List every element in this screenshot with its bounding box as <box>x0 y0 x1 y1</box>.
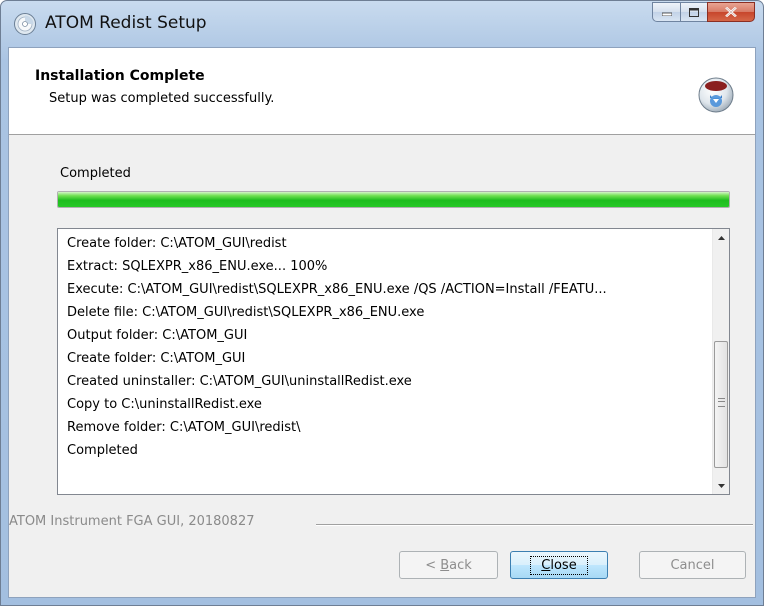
cancel-button-label: Cancel <box>670 557 715 573</box>
maximize-button[interactable] <box>680 2 707 22</box>
list-item: Remove folder: C:\ATOM_GUI\redist\ <box>67 420 301 435</box>
close-icon <box>725 7 737 17</box>
back-button-label: < Back <box>425 558 472 573</box>
installer-window: ATOM Redist Setup Installation Complete … <box>0 0 764 606</box>
scrollbar-thumb[interactable] <box>714 341 728 468</box>
title-bar[interactable]: ATOM Redist Setup <box>1 1 763 47</box>
close-button-label: Close <box>530 555 588 575</box>
minimize-icon <box>661 12 672 16</box>
grip-icon <box>718 398 725 407</box>
nsis-installer-icon <box>698 77 734 113</box>
list-item: Delete file: C:\ATOM_GUI\redist\SQLEXPR_… <box>67 305 425 320</box>
maximize-icon <box>689 7 699 17</box>
scroll-up-button[interactable] <box>713 229 730 246</box>
page-subtitle: Setup was completed successfully. <box>49 91 275 106</box>
window-title: ATOM Redist Setup <box>45 13 207 33</box>
caption-buttons <box>652 2 755 24</box>
close-button-accel: C <box>541 557 551 573</box>
progress-bar-fill <box>58 192 729 207</box>
back-button[interactable]: < Back <box>399 551 498 579</box>
status-label: Completed <box>60 166 131 181</box>
progress-bar <box>57 191 730 208</box>
cancel-button[interactable]: Cancel <box>639 551 746 579</box>
list-item: Extract: SQLEXPR_x86_ENU.exe... 100% <box>67 259 328 274</box>
back-button-prefix: < <box>425 557 441 573</box>
list-item: Created uninstaller: C:\ATOM_GUI\uninsta… <box>67 374 412 389</box>
list-item: Execute: C:\ATOM_GUI\redist\SQLEXPR_x86_… <box>67 282 607 297</box>
minimize-button[interactable] <box>652 2 680 22</box>
install-log-lines: Create folder: C:\ATOM_GUI\redist Extrac… <box>67 232 707 462</box>
back-button-rest: ack <box>449 557 472 573</box>
branding-text: ATOM Instrument FGA GUI, 20180827 <box>9 514 255 529</box>
list-item: Output folder: C:\ATOM_GUI <box>67 328 248 343</box>
arrow-down-icon <box>718 483 725 488</box>
dialog-header: Installation Complete Setup was complete… <box>9 48 755 135</box>
list-item: Copy to C:\uninstallRedist.exe <box>67 397 262 412</box>
close-button[interactable]: Close <box>510 551 608 579</box>
scroll-down-button[interactable] <box>713 477 730 494</box>
dialog-client-area: Installation Complete Setup was complete… <box>8 47 756 598</box>
back-button-accel: B <box>440 557 450 573</box>
branding-divider <box>316 524 753 526</box>
log-scrollbar[interactable] <box>712 229 729 494</box>
arrow-up-icon <box>718 235 725 240</box>
list-item: Create folder: C:\ATOM_GUI\redist <box>67 236 287 251</box>
close-button-rest: lose <box>550 557 577 573</box>
close-window-button[interactable] <box>707 2 755 22</box>
install-log-list[interactable]: Create folder: C:\ATOM_GUI\redist Extrac… <box>57 228 730 495</box>
page-title: Installation Complete <box>35 68 205 84</box>
list-item: Completed <box>67 443 138 458</box>
list-item: Create folder: C:\ATOM_GUI <box>67 351 246 366</box>
setup-disc-icon <box>14 13 36 35</box>
